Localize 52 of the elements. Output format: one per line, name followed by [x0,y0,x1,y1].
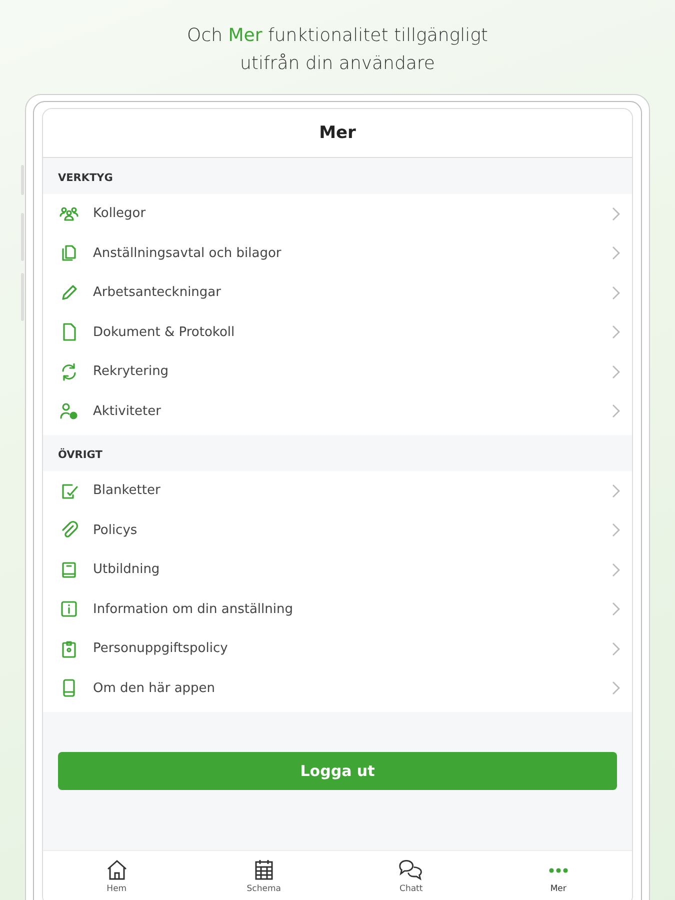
tab[interactable]: Chatt [338,851,485,900]
menu-item[interactable]: Policys [43,510,632,550]
menu-item-label: Aktiviteter [93,404,162,419]
chevron-icon [612,206,620,221]
menu-item-label: Kollegor [93,206,147,222]
chevron-icon [612,642,620,656]
clipboard-icon [59,638,79,659]
menu-item-label: Information om din anställning [93,602,294,617]
menu-item[interactable]: Rekrytering [43,352,632,392]
chevron-icon [612,286,620,300]
menu-item-label: Blanketter [93,483,162,498]
menu-item-label: Om den här appen [93,680,216,696]
section-heading: ÖVRIGT [57,447,104,463]
chevron-icon [612,484,620,498]
book-icon [59,560,79,580]
chevron-icon [612,404,620,418]
chevron-icon [612,364,620,379]
documents-icon [59,243,79,264]
more-icon [548,868,568,872]
tab[interactable]: Schema [190,851,338,900]
menu-item-label: Policys [93,522,138,538]
pencil-icon [59,282,79,303]
menu-item[interactable]: Arbetsanteckningar [43,273,632,312]
menu-item-label: Rekrytering [93,364,170,380]
chevron-icon [612,325,620,340]
chevron-icon [612,523,620,538]
chevron-icon [612,246,620,260]
menu-item[interactable]: Utbildning [43,550,632,590]
menu-item[interactable]: Dokument & Protokoll [43,312,632,352]
menu-item-label: Anställningsavtal och bilagor [93,246,282,261]
chevron-icon [612,681,620,696]
chevron-icon [612,602,620,616]
menu-item[interactable]: Kollegor [43,194,632,234]
menu-item-label: Utbildning [93,562,161,578]
menu-item[interactable]: Information om din anställning [43,590,632,629]
menu-item[interactable]: Anställningsavtal och bilagor [43,234,632,273]
screen-title: Mer [43,109,632,158]
refresh-icon [59,362,79,382]
chevron-icon [612,562,620,577]
info-icon [59,599,79,620]
menu-item[interactable]: Om den här appen [43,668,632,708]
chat-icon [398,858,424,882]
section-heading: VERKTYG [57,171,114,186]
menu-item-label: Arbetsanteckningar [93,285,222,300]
menu-item[interactable]: Personuppgiftspolicy [43,629,632,668]
tab[interactable]: Hem [43,851,190,900]
tab[interactable]: Mer [484,851,632,900]
menu-item-label: Personuppgiftspolicy [93,641,229,656]
headline: Och Mer funktionalitet tillgängligt utifrån din användare [186,24,489,76]
menu-item-label: Dokument & Protokoll [93,324,236,340]
menu-item[interactable]: Blanketter [43,471,632,510]
menu-item[interactable]: Aktiviteter [43,392,632,431]
